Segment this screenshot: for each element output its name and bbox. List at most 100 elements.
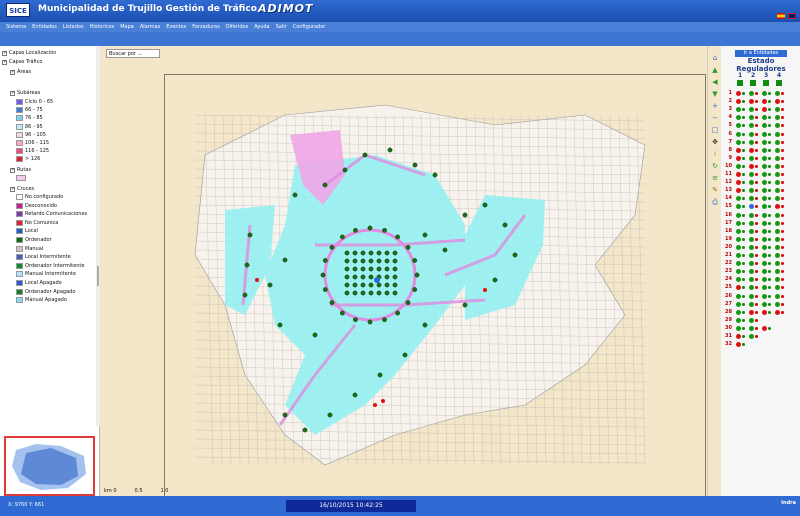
tree-node-areas[interactable]: Áreas bbox=[10, 69, 31, 75]
regulator-row[interactable]: 26 bbox=[721, 293, 800, 301]
layer-checkbox[interactable] bbox=[2, 59, 7, 65]
regulator-status-dot[interactable] bbox=[736, 212, 741, 218]
arrow-down-icon[interactable]: ▼ bbox=[710, 90, 720, 98]
regulator-status-dot[interactable] bbox=[736, 91, 741, 96]
regulator-status-dot[interactable] bbox=[749, 115, 754, 121]
regulator-status-dot[interactable] bbox=[775, 99, 780, 105]
regulator-status-dot[interactable] bbox=[749, 131, 754, 137]
regulator-status-dot[interactable] bbox=[736, 139, 741, 145]
tree-node-capas-localizacion[interactable]: Capas Localización bbox=[2, 50, 56, 56]
regulator-row[interactable]: 3 bbox=[721, 106, 800, 114]
regulator-row[interactable]: 10 bbox=[721, 163, 800, 171]
regulator-status-dot[interactable] bbox=[775, 309, 780, 315]
regulator-status-dot[interactable] bbox=[736, 334, 741, 339]
pan-icon[interactable]: ✥ bbox=[710, 138, 720, 146]
overview-map[interactable] bbox=[4, 436, 95, 496]
regulator-status-dot[interactable] bbox=[775, 269, 780, 275]
regulator-status-dot[interactable] bbox=[775, 220, 780, 226]
regulator-status-dot[interactable] bbox=[762, 99, 767, 105]
regulator-status-dot[interactable] bbox=[775, 91, 780, 96]
regulator-status-dot[interactable] bbox=[762, 220, 767, 226]
regulator-status-dot[interactable] bbox=[749, 204, 754, 210]
regulator-row[interactable]: 13 bbox=[721, 187, 800, 195]
regulator-status-dot[interactable] bbox=[762, 188, 767, 194]
regulator-row[interactable]: 21 bbox=[721, 252, 800, 260]
regulator-row[interactable]: 30 bbox=[721, 325, 800, 333]
regulator-status-dot[interactable] bbox=[749, 301, 754, 307]
regulator-row[interactable]: 32 bbox=[721, 341, 800, 349]
regulator-status-dot[interactable] bbox=[775, 301, 780, 307]
menu-item[interactable]: Históricos bbox=[90, 24, 115, 30]
regulator-status-dot[interactable] bbox=[775, 107, 780, 113]
regulator-status-dot[interactable] bbox=[762, 228, 767, 234]
regulator-status-dot[interactable] bbox=[736, 107, 741, 113]
regulator-status-dot[interactable] bbox=[749, 139, 754, 145]
layer-checkbox[interactable] bbox=[10, 90, 15, 96]
tree-node-capas-trafico[interactable]: Capas Tráfico bbox=[2, 59, 42, 65]
regulator-status-dot[interactable] bbox=[749, 244, 754, 250]
regulator-status-dot[interactable] bbox=[749, 285, 754, 291]
regulator-row[interactable]: 15 bbox=[721, 203, 800, 211]
regulator-status-dot[interactable] bbox=[775, 244, 780, 250]
tree-node-cruces[interactable]: Cruces bbox=[10, 186, 34, 192]
regulator-status-dot[interactable] bbox=[749, 253, 754, 258]
regulator-status-dot[interactable] bbox=[736, 253, 741, 258]
refresh-icon[interactable]: ↻ bbox=[710, 162, 720, 170]
regulator-status-dot[interactable] bbox=[762, 253, 767, 258]
zoom-in-icon[interactable]: + bbox=[710, 102, 720, 110]
regulator-status-dot[interactable] bbox=[762, 139, 767, 145]
regulator-row[interactable]: 14 bbox=[721, 195, 800, 203]
scroll-thumb[interactable] bbox=[97, 266, 99, 286]
regulator-status-dot[interactable] bbox=[736, 244, 741, 250]
regulator-row[interactable]: 4 bbox=[721, 114, 800, 122]
regulator-status-dot[interactable] bbox=[736, 285, 741, 291]
pencil-icon[interactable]: ✎ bbox=[710, 186, 720, 194]
regulator-status-dot[interactable] bbox=[762, 244, 767, 250]
regulator-status-dot[interactable] bbox=[749, 196, 754, 202]
regulator-status-dot[interactable] bbox=[762, 325, 767, 331]
regulator-status-dot[interactable] bbox=[749, 147, 754, 153]
regulator-status-dot[interactable] bbox=[775, 172, 780, 177]
regulator-status-dot[interactable] bbox=[775, 212, 780, 218]
regulator-status-dot[interactable] bbox=[775, 147, 780, 153]
regulator-status-dot[interactable] bbox=[762, 236, 767, 242]
regulator-row[interactable]: 22 bbox=[721, 260, 800, 268]
regulator-status-dot[interactable] bbox=[775, 293, 780, 299]
regulator-row[interactable]: 27 bbox=[721, 301, 800, 309]
layer-checkbox[interactable] bbox=[10, 186, 15, 192]
regulator-status-dot[interactable] bbox=[775, 236, 780, 242]
regulator-status-dot[interactable] bbox=[749, 212, 754, 218]
menu-item[interactable]: Ayuda bbox=[254, 24, 269, 30]
regulator-row[interactable]: 2 bbox=[721, 98, 800, 106]
regulator-status-dot[interactable] bbox=[736, 204, 741, 210]
regulator-status-dot[interactable] bbox=[762, 269, 767, 275]
tree-node-subareas[interactable]: Subáreas bbox=[10, 90, 40, 96]
regulator-status-dot[interactable] bbox=[749, 99, 754, 105]
regulator-status-dot[interactable] bbox=[762, 212, 767, 218]
map-frame[interactable] bbox=[164, 74, 706, 498]
regulator-status-dot[interactable] bbox=[775, 180, 780, 186]
regulator-row[interactable]: 9 bbox=[721, 155, 800, 163]
zoom-box-icon[interactable]: □ bbox=[710, 126, 720, 134]
regulator-status-dot[interactable] bbox=[736, 277, 741, 283]
regulator-status-dot[interactable] bbox=[762, 204, 767, 210]
regulator-status-dot[interactable] bbox=[775, 261, 780, 267]
regulator-row[interactable]: 25 bbox=[721, 284, 800, 292]
regulator-status-dot[interactable] bbox=[736, 261, 741, 267]
regulator-status-dot[interactable] bbox=[736, 317, 741, 323]
regulator-status-dot[interactable] bbox=[762, 131, 767, 137]
regulator-row[interactable]: 5 bbox=[721, 122, 800, 130]
regulator-row[interactable]: 28 bbox=[721, 309, 800, 317]
regulator-status-dot[interactable] bbox=[736, 228, 741, 234]
zoom-out-icon[interactable]: − bbox=[710, 114, 720, 122]
regulator-status-dot[interactable] bbox=[749, 236, 754, 242]
menu-item[interactable]: Diferidos bbox=[226, 24, 248, 30]
search-by-select[interactable]: Buscar por ... bbox=[106, 49, 160, 58]
regulator-status-dot[interactable] bbox=[749, 317, 754, 323]
regulator-status-dot[interactable] bbox=[736, 236, 741, 242]
regulator-status-dot[interactable] bbox=[762, 277, 767, 283]
regulator-status-dot[interactable] bbox=[749, 277, 754, 283]
regulator-status-dot[interactable] bbox=[775, 123, 780, 129]
regulator-row[interactable]: 18 bbox=[721, 228, 800, 236]
regulator-status-dot[interactable] bbox=[749, 163, 754, 169]
